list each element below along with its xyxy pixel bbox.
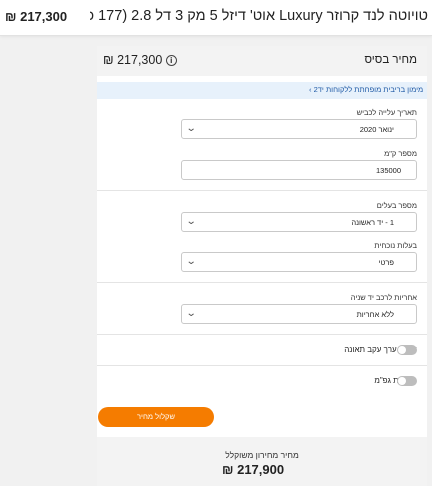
road-date-value: ינואר 2020	[359, 125, 394, 134]
header-price: ₪ 217,300	[5, 9, 68, 24]
weighted-price-summary: מחיר מחירון משוקלל ₪ 217,900	[97, 437, 427, 486]
divider	[97, 334, 427, 335]
divider	[97, 282, 427, 283]
divider	[97, 190, 427, 191]
owners-label: מספר בעלים	[376, 201, 417, 210]
chevron-down-icon: ⌄	[185, 123, 197, 134]
warranty-label: אחריות לרכב יד שניה	[350, 293, 417, 302]
base-price-header: מחיר בסיס ₪ 217,300 i	[97, 46, 427, 76]
road-date-select[interactable]: ינואר 2020 ⌄	[181, 119, 417, 139]
warranty-value: ללא אחריות	[356, 310, 394, 319]
km-label: מספר ק"מ	[384, 149, 417, 158]
info-icon[interactable]: i	[165, 55, 177, 66]
page-title: טויוטה לנד קרוזר Luxury אוט' דיזל 5 מק 3…	[90, 8, 428, 24]
gas-system-toggle[interactable]	[397, 376, 417, 386]
weighted-price-label: מחיר מחירון משוקלל	[225, 450, 299, 460]
km-value: 135000	[376, 166, 402, 175]
base-price-value: ₪ 217,300	[103, 53, 163, 67]
ownership-label: בעלות נוכחית	[374, 241, 417, 250]
weighted-price-value: ₪ 217,900	[222, 462, 285, 477]
financing-promo-banner[interactable]: מימון בריבית מופחתת ללקוחות יד2 ›	[97, 82, 427, 99]
ownership-select[interactable]: פרטי ⌄	[181, 252, 417, 272]
owners-value: 1 - יד ראשונה	[351, 218, 394, 227]
ownership-value: פרטי	[378, 258, 394, 267]
warranty-select[interactable]: ללא אחריות ⌄	[181, 304, 417, 324]
owners-select[interactable]: 1 - יד ראשונה ⌄	[181, 212, 417, 232]
km-input[interactable]: 135000	[181, 160, 417, 180]
divider	[97, 365, 427, 366]
chevron-down-icon: ⌄	[185, 256, 197, 267]
base-price-label: מחיר בסיס	[364, 54, 417, 66]
chevron-down-icon: ⌄	[185, 216, 197, 227]
chevron-down-icon: ⌄	[185, 308, 197, 319]
calculate-price-button[interactable]: שקלול מחיר	[98, 407, 214, 427]
financing-promo-link[interactable]: מימון בריבית מופחתת ללקוחות יד2 ›	[309, 85, 423, 94]
base-price-value-group: ₪ 217,300 i	[103, 53, 181, 67]
accident-toggle[interactable]	[397, 345, 417, 355]
top-bar: ₪ 217,300 טויוטה לנד קרוזר Luxury אוט' ד…	[0, 0, 432, 36]
road-date-label: תאריך עלייה לכביש	[356, 108, 417, 117]
price-calculator-card: מחיר בסיס ₪ 217,300 i מימון בריבית מופחת…	[97, 46, 427, 486]
